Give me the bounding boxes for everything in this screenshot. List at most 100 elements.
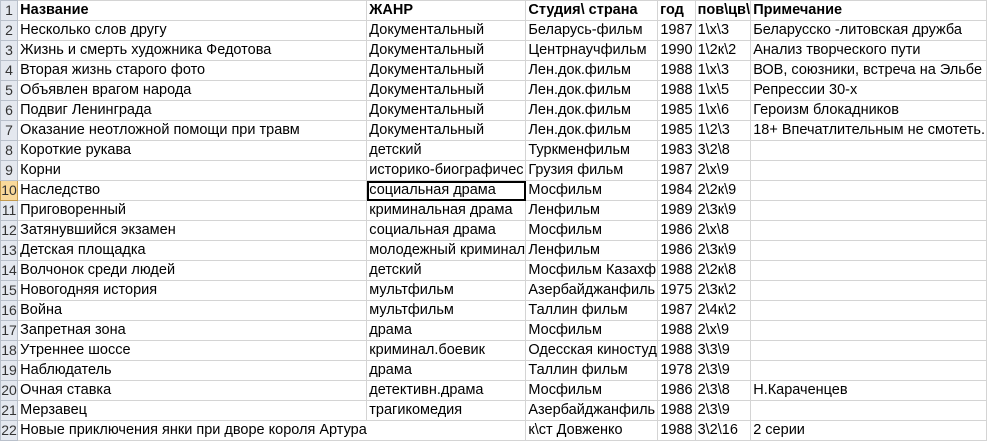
row-header[interactable]: 3 [0, 40, 19, 61]
genre-cell[interactable]: Документальный [366, 100, 527, 121]
note-cell[interactable] [750, 220, 987, 241]
year-cell[interactable]: 1975 [657, 280, 696, 301]
genre-cell[interactable]: криминал.боевик [366, 340, 527, 361]
note-cell[interactable] [750, 360, 987, 381]
note-cell[interactable] [750, 300, 987, 321]
note-cell[interactable] [750, 400, 987, 421]
genre-cell[interactable]: криминальная драма [366, 200, 527, 221]
code-cell[interactable]: 1\х\3 [694, 20, 752, 41]
title-cell[interactable]: Утреннее шоссе [17, 340, 368, 361]
genre-cell[interactable]: социальная драма [366, 220, 527, 241]
year-cell[interactable]: 1988 [657, 400, 696, 421]
note-cell[interactable]: Беларусско -литовская дружба [750, 20, 987, 41]
note-cell[interactable] [750, 320, 987, 341]
row-header[interactable]: 16 [0, 300, 19, 321]
genre-cell[interactable]: Документальный [366, 40, 527, 61]
title-cell[interactable]: Короткие рукава [17, 140, 368, 161]
genre-cell[interactable]: мультфильм [366, 300, 527, 321]
year-cell[interactable]: 1987 [657, 160, 696, 181]
title-cell[interactable]: Запретная зона [17, 320, 368, 341]
studio-cell[interactable]: Мосфильм [525, 380, 659, 401]
code-cell[interactable]: 1\х\3 [694, 60, 752, 81]
year-cell[interactable]: 1986 [657, 220, 696, 241]
note-cell[interactable] [750, 280, 987, 301]
code-cell[interactable]: 2\3к\9 [694, 240, 752, 261]
genre-cell[interactable] [366, 420, 527, 441]
code-cell[interactable]: 1\2\3 [694, 120, 752, 141]
year-cell[interactable]: 1989 [657, 200, 696, 221]
studio-cell[interactable]: Одесская киностуд [525, 340, 659, 361]
code-cell[interactable]: 2\х\9 [694, 160, 752, 181]
note-cell[interactable] [750, 340, 987, 361]
row-header[interactable]: 8 [0, 140, 19, 161]
title-cell[interactable]: Подвиг Ленинграда [17, 100, 368, 121]
studio-cell[interactable]: Мосфильм Казахф [525, 260, 659, 281]
row-header[interactable]: 21 [0, 400, 19, 421]
note-cell[interactable]: Героизм блокадников [750, 100, 987, 121]
row-header[interactable]: 18 [0, 340, 19, 361]
year-cell[interactable]: 1985 [657, 120, 696, 141]
row-header[interactable]: 13 [0, 240, 19, 261]
genre-cell[interactable]: Документальный [366, 60, 527, 81]
genre-cell[interactable]: трагикомедия [366, 400, 527, 421]
genre-cell[interactable]: историко-биографичес [366, 160, 527, 181]
code-cell[interactable]: 2\3\9 [694, 360, 752, 381]
row-header[interactable]: 9 [0, 160, 19, 181]
row-header[interactable]: 10 [0, 180, 19, 201]
note-cell[interactable] [750, 260, 987, 281]
studio-cell[interactable]: Лен.док.фильм [525, 120, 659, 141]
row-header[interactable]: 6 [0, 100, 19, 121]
note-cell[interactable] [750, 160, 987, 181]
title-cell[interactable]: Затянувшийся экзамен [17, 220, 368, 241]
row-header[interactable]: 12 [0, 220, 19, 241]
studio-cell[interactable]: Мосфильм [525, 320, 659, 341]
code-cell[interactable]: 1\2к\2 [694, 40, 752, 61]
title-cell[interactable]: Корни [17, 160, 368, 181]
code-cell[interactable]: 1\х\6 [694, 100, 752, 121]
title-cell[interactable]: Волчонок среди людей [17, 260, 368, 281]
column-title-cell[interactable]: ЖАНР [366, 0, 527, 21]
title-cell[interactable]: Новогодняя история [17, 280, 368, 301]
title-cell[interactable]: Война [17, 300, 368, 321]
studio-cell[interactable]: Азербайджанфиль [525, 280, 659, 301]
row-header[interactable]: 5 [0, 80, 19, 101]
genre-cell[interactable]: молодежный криминал [366, 240, 527, 261]
year-cell[interactable]: 1987 [657, 20, 696, 41]
column-title-cell[interactable]: Студия\ страна [525, 0, 659, 21]
year-cell[interactable]: 1988 [657, 320, 696, 341]
title-cell[interactable]: Несколько слов другу [17, 20, 368, 41]
genre-cell[interactable]: драма [366, 360, 527, 381]
code-cell[interactable]: 2\2к\9 [694, 180, 752, 201]
column-title-cell[interactable]: Название [17, 0, 368, 21]
note-cell[interactable]: 2 серии [750, 420, 987, 441]
studio-cell[interactable]: Туркменфильм [525, 140, 659, 161]
code-cell[interactable]: 3\2\16 [694, 420, 752, 441]
studio-cell[interactable]: Таллин фильм [525, 360, 659, 381]
column-title-cell[interactable]: Примечание [750, 0, 987, 21]
genre-cell[interactable]: детский [366, 140, 527, 161]
title-cell[interactable]: Детская площадка [17, 240, 368, 261]
code-cell[interactable]: 2\х\9 [694, 320, 752, 341]
genre-cell[interactable]: социальная драма [366, 180, 527, 201]
genre-cell[interactable]: Документальный [366, 80, 527, 101]
genre-cell[interactable]: драма [366, 320, 527, 341]
title-cell[interactable]: Жизнь и смерть художника Федотова [17, 40, 368, 61]
row-header[interactable]: 17 [0, 320, 19, 341]
title-cell[interactable]: Очная ставка [17, 380, 368, 401]
row-header[interactable]: 11 [0, 200, 19, 221]
note-cell[interactable] [750, 200, 987, 221]
studio-cell[interactable]: Беларусь-фильм [525, 20, 659, 41]
note-cell[interactable] [750, 180, 987, 201]
row-header[interactable]: 4 [0, 60, 19, 81]
year-cell[interactable]: 1990 [657, 40, 696, 61]
column-title-cell[interactable]: год [657, 0, 696, 21]
year-cell[interactable]: 1988 [657, 260, 696, 281]
year-cell[interactable]: 1985 [657, 100, 696, 121]
year-cell[interactable]: 1988 [657, 60, 696, 81]
row-header[interactable]: 7 [0, 120, 19, 141]
note-cell[interactable]: Анализ творческого пути [750, 40, 987, 61]
title-cell[interactable]: Объявлен врагом народа [17, 80, 368, 101]
title-cell[interactable]: Наблюдатель [17, 360, 368, 381]
year-cell[interactable]: 1988 [657, 420, 696, 441]
row-header[interactable]: 1 [0, 0, 19, 21]
